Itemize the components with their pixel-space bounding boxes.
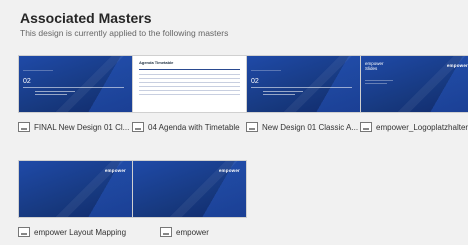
slide-layout-icon <box>246 122 258 132</box>
page-title: Associated Masters <box>20 10 152 26</box>
brand-logo: empower <box>446 63 468 68</box>
slide-number: 02 <box>23 78 31 85</box>
master-thumbnail[interactable]: empower <box>132 160 247 218</box>
slide-layout-icon <box>360 122 372 132</box>
associated-masters-header: Associated Masters This design is curren… <box>20 10 228 38</box>
master-card[interactable]: empower empower <box>132 160 247 237</box>
slide-layout-icon <box>132 122 144 132</box>
master-caption[interactable]: FINAL New Design 01 Cl... <box>18 122 133 132</box>
slide-number: 02 <box>251 78 259 85</box>
master-card[interactable]: Agenda Timetable 04 Agenda with Timetabl… <box>132 55 247 132</box>
brand-logo: empower <box>104 168 126 173</box>
master-name: 04 Agenda with Timetable <box>148 122 240 132</box>
master-thumbnail[interactable]: Agenda Timetable <box>132 55 247 113</box>
master-card[interactable]: empower Slides empower empower_Logoplatzh… <box>360 55 468 132</box>
master-card[interactable]: empower empower Layout Mapping <box>18 160 133 237</box>
master-caption[interactable]: empower <box>160 227 247 237</box>
master-thumbnail[interactable]: 02 <box>246 55 361 113</box>
master-card[interactable]: 02 New Design 01 Classic A... <box>246 55 361 132</box>
master-caption[interactable]: 04 Agenda with Timetable <box>132 122 247 132</box>
page-subtitle: This design is currently applied to the … <box>20 28 229 38</box>
brand-logo: empower <box>218 168 240 173</box>
master-thumbnail[interactable]: 02 <box>18 55 133 113</box>
agenda-heading: Agenda Timetable <box>139 60 174 65</box>
master-caption[interactable]: empower Layout Mapping <box>18 227 133 237</box>
master-name: empower Layout Mapping <box>34 227 127 237</box>
master-thumbnail[interactable]: empower <box>18 160 133 218</box>
brand-logo-text: empower Slides <box>365 61 384 71</box>
master-name: empower <box>176 227 209 237</box>
master-caption[interactable]: New Design 01 Classic A... <box>246 122 361 132</box>
master-card[interactable]: 02 FINAL New Design 01 Cl... <box>18 55 133 132</box>
slide-layout-icon <box>160 227 172 237</box>
master-thumbnail[interactable]: empower Slides empower <box>360 55 468 113</box>
master-caption[interactable]: empower_Logoplatzhalter <box>360 122 468 132</box>
slide-layout-icon <box>18 122 30 132</box>
master-name: FINAL New Design 01 Cl... <box>34 122 130 132</box>
slide-layout-icon <box>18 227 30 237</box>
master-name: New Design 01 Classic A... <box>262 122 359 132</box>
master-name: empower_Logoplatzhalter <box>376 122 468 132</box>
